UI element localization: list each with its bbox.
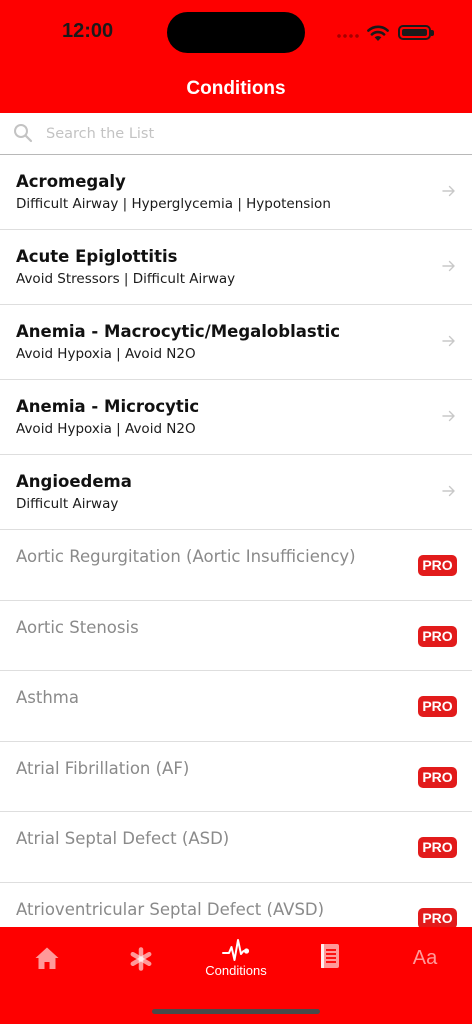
list-item[interactable]: Acromegaly Difficult Airway | Hyperglyce… [0,155,472,230]
tab-text-size[interactable]: Aa [378,927,472,987]
list-item-pro[interactable]: Atrial Fibrillation (AF) PRO [0,741,472,812]
pro-badge: PRO [418,555,457,576]
tab-conditions[interactable]: Conditions [189,927,283,987]
list-item-pro[interactable]: Asthma PRO [0,671,472,742]
arrow-right-icon [442,260,455,272]
item-title: Atrioventricular Septal Defect (AVSD) [16,899,325,919]
text-size-icon: Aa [412,947,438,969]
heartbeat-icon [222,939,250,961]
document-icon [321,944,339,968]
arrow-right-icon [442,335,455,347]
item-subtitle: Avoid Hypoxia | Avoid N2O [16,421,196,437]
list-item-pro[interactable]: Atrial Septal Defect (ASD) PRO [0,812,472,883]
item-title: Atrial Septal Defect (ASD) [16,829,230,848]
arrow-right-icon [442,410,455,422]
item-subtitle: Avoid Hypoxia | Avoid N2O [16,346,196,362]
pro-badge: PRO [418,766,457,788]
tab-home[interactable] [0,927,94,987]
pro-badge: PRO [418,696,457,717]
list-item[interactable]: Anemia - Microcytic Avoid Hypoxia | Avoi… [0,380,472,455]
home-indicator [152,1009,320,1014]
arrow-right-icon [442,485,455,497]
dynamic-island [167,12,305,53]
pro-badge: PRO [418,625,457,647]
item-title: Aortic Regurgitation (Aortic Insufficien… [16,547,356,566]
wifi-icon [367,25,389,41]
list-item-pro[interactable]: Aortic Stenosis PRO [0,600,472,671]
item-subtitle: Difficult Airway [16,496,119,512]
status-icons [336,22,436,42]
list-item[interactable]: Anemia - Macrocytic/Megaloblastic Avoid … [0,305,472,380]
tab-asterisk[interactable] [94,927,188,987]
tab-label: Conditions [205,963,267,978]
signal-dots-icon [336,34,360,38]
list-item-pro[interactable]: Aortic Regurgitation (Aortic Insufficien… [0,530,472,601]
conditions-list: Acromegaly Difficult Airway | Hyperglyce… [0,155,472,927]
asterisk-icon [130,947,152,971]
list-item[interactable]: Acute Epiglottitis Avoid Stressors | Dif… [0,230,472,305]
item-title: Anemia - Microcytic [16,397,200,416]
item-title: Atrial Fibrillation (AF) [16,758,190,778]
page-title: Conditions [186,78,286,99]
list-item[interactable]: Angioedema Difficult Airway [0,455,472,530]
item-title: Asthma [16,688,79,707]
home-icon [35,947,59,969]
pro-badge: PRO [418,907,457,927]
header: 12:00 Conditions [0,0,472,113]
arrow-right-icon [442,185,455,197]
list-item-pro[interactable]: Atrioventricular Septal Defect (AVSD) PR… [0,882,472,927]
tab-documents[interactable] [283,927,377,987]
search-bar [0,113,472,155]
item-subtitle: Difficult Airway | Hyperglycemia | Hypot… [16,196,331,212]
item-title: Angioedema [16,472,132,491]
status-time: 12:00 [62,20,114,42]
pro-badge: PRO [418,837,457,858]
search-icon [14,124,33,143]
search-input[interactable] [46,121,456,147]
battery-icon [398,25,434,40]
item-title: Acromegaly [16,172,126,191]
item-title: Anemia - Macrocytic/Megaloblastic [16,322,341,341]
item-title: Aortic Stenosis [16,617,139,637]
item-subtitle: Avoid Stressors | Difficult Airway [16,271,236,287]
item-title: Acute Epiglottitis [16,247,178,266]
